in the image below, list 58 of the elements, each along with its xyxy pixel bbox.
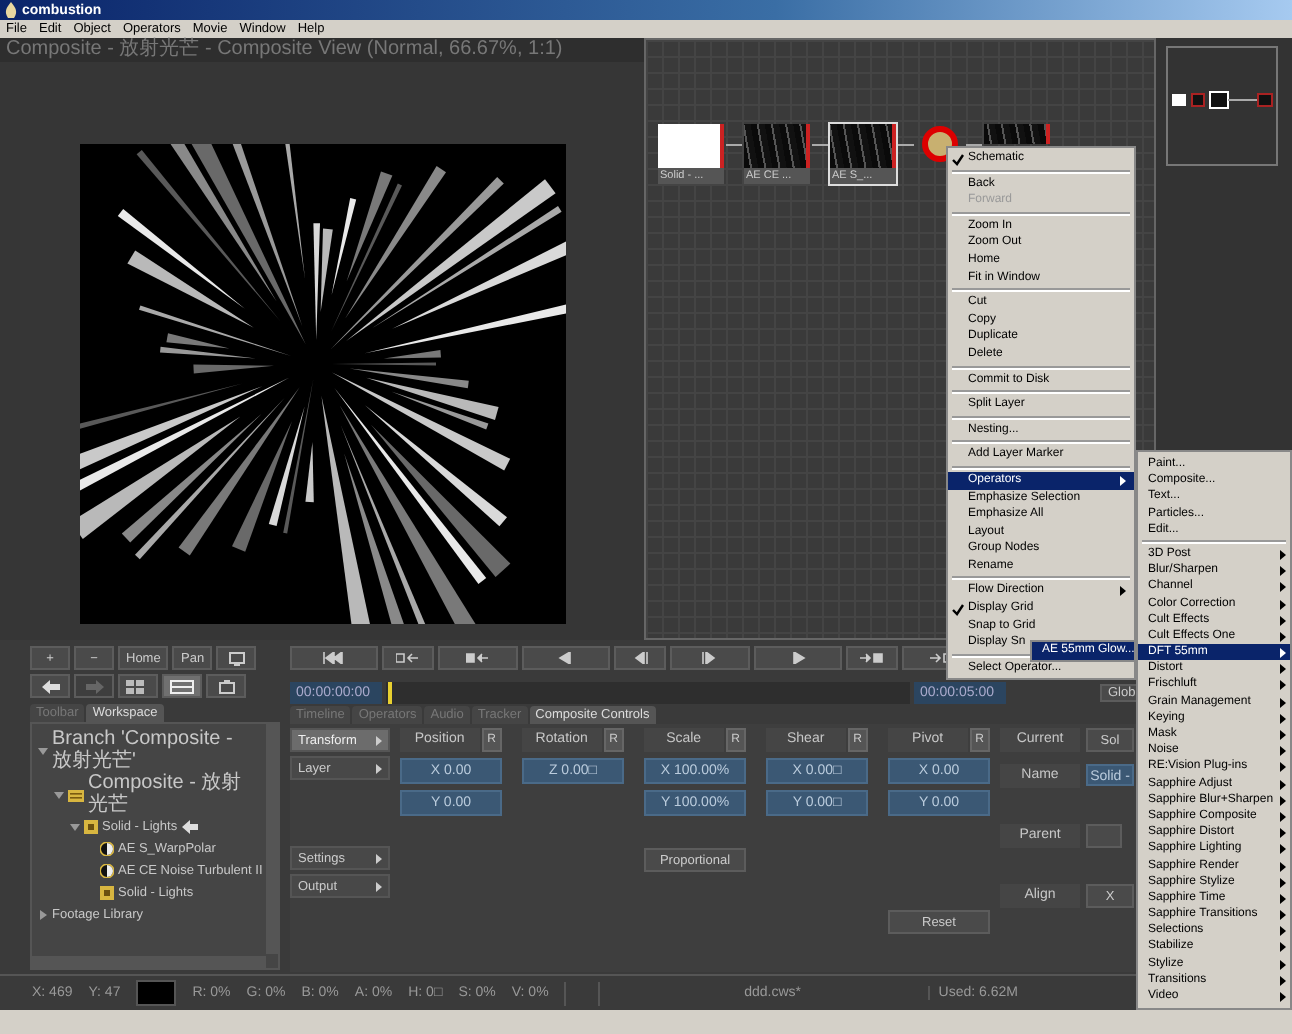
skip-back-icon — [322, 652, 346, 664]
folder-icon — [68, 787, 84, 801]
skip-back-button[interactable] — [290, 646, 378, 670]
connector-line — [898, 144, 914, 146]
thumbnail — [744, 124, 810, 168]
key-back-icon — [396, 652, 420, 664]
expand-triangle-icon[interactable] — [38, 910, 48, 920]
thumbnail — [658, 124, 724, 168]
parent-field[interactable] — [1086, 824, 1122, 848]
view-mode-button[interactable] — [206, 674, 246, 698]
submenu-arrow-icon — [1120, 475, 1126, 486]
layout-button[interactable] — [118, 674, 158, 698]
connector-line — [726, 144, 742, 146]
schematic-node[interactable] — [982, 122, 1052, 146]
step-back-button[interactable] — [614, 646, 666, 670]
connector-line — [966, 144, 982, 146]
play-back-button[interactable] — [522, 646, 610, 670]
flame-logo-icon — [4, 2, 18, 18]
navigator-drawing — [1166, 46, 1278, 166]
left-arrow-icon — [41, 679, 59, 693]
tree-item[interactable]: Branch 'Composite - 放射光芒' — [52, 728, 256, 772]
mark-forward-icon — [860, 652, 884, 664]
caret-icon — [376, 853, 382, 863]
scroll-bar[interactable] — [32, 956, 266, 968]
check-icon — [952, 153, 964, 165]
timeline-track[interactable] — [386, 681, 910, 703]
right-arrow-icon — [85, 679, 103, 693]
viewer-title: Composite - 放射光芒 - Composite View (Normal, 66.67%, 1:1) — [0, 38, 644, 62]
connector-line — [812, 144, 828, 146]
caret-icon — [376, 735, 382, 745]
check-icon — [952, 603, 964, 616]
layer-icon — [84, 820, 98, 834]
grid-icon — [126, 679, 150, 693]
split-view-button[interactable] — [162, 674, 202, 698]
tree-item[interactable]: Composite - 放射光芒 — [88, 772, 256, 816]
thumbnail — [984, 124, 1050, 144]
back-button[interactable] — [30, 674, 70, 698]
expand-triangle-icon[interactable] — [38, 745, 48, 755]
step-forward-button[interactable] — [670, 646, 750, 670]
effect-icon — [100, 842, 114, 856]
mark-forward-button[interactable] — [846, 646, 898, 670]
caret-icon — [376, 763, 382, 773]
effect-icon — [100, 864, 114, 878]
layer-icon — [100, 886, 114, 900]
mark-back-button[interactable] — [438, 646, 518, 670]
expand-triangle-icon[interactable] — [54, 789, 64, 799]
mark-back-icon — [466, 652, 490, 664]
view-mode-button[interactable] — [216, 646, 257, 670]
key-back-button[interactable] — [382, 646, 434, 670]
caret-icon — [376, 881, 382, 891]
thumbnail — [830, 124, 896, 168]
scroll-bar[interactable] — [266, 724, 278, 954]
monitor-icon — [227, 651, 246, 665]
expand-triangle-icon[interactable] — [70, 822, 80, 832]
window-icon — [170, 679, 194, 693]
monitor-icon — [217, 679, 235, 693]
submenu-arrow-icon — [1120, 586, 1126, 597]
play-button[interactable] — [754, 646, 842, 670]
